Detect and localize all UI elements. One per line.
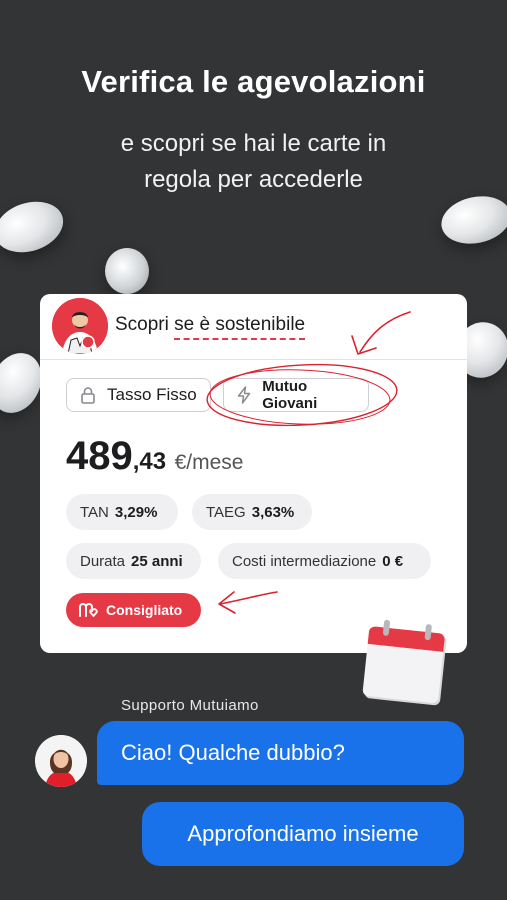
card-heading: Scopri se è sostenibile (115, 314, 306, 340)
price-decimal: ,43 (132, 448, 167, 475)
taeg-label: TAEG (206, 503, 246, 521)
monthly-payment: 489,43 €/mese (66, 434, 243, 479)
price-integer: 489 (66, 434, 133, 478)
support-agent-illustration-icon (35, 735, 87, 787)
calendar-icon (358, 614, 455, 711)
taeg-pill: TAEG 3,63% (192, 494, 312, 530)
mutuiamo-logo-icon (78, 602, 100, 618)
chip-label: Mutuo Giovani (262, 378, 318, 412)
chip-tasso-fisso[interactable]: Tasso Fisso (66, 378, 211, 412)
tan-pill: TAN 3,29% (66, 494, 178, 530)
taeg-value: 3,63% (251, 503, 295, 521)
subtitle-line-2: regola per accederle (144, 166, 363, 193)
advisor-illustration-icon (52, 298, 108, 354)
costi-pill: Costi intermediazione 0 € (218, 543, 431, 579)
card-header: Scopri se è sostenibile (40, 294, 467, 360)
coin-decoration (0, 193, 70, 261)
card-heading-prefix: Scopri (115, 314, 169, 335)
tan-value: 3,29% (114, 503, 158, 521)
card-heading-link[interactable]: se è sostenibile (174, 314, 306, 340)
badge-label: Consigliato (106, 602, 183, 618)
costi-label: Costi intermediazione (232, 552, 377, 570)
subtitle-line-1: e scopri se hai le carte in (120, 130, 387, 157)
durata-pill: Durata 25 anni (66, 543, 201, 579)
durata-label: Durata (80, 552, 126, 570)
consigliato-badge[interactable]: Consigliato (66, 593, 201, 627)
coin-decoration (436, 190, 507, 250)
chat-message-cta[interactable]: Approfondiamo insieme (142, 802, 464, 866)
lightning-icon (234, 384, 254, 406)
chip-label: Tasso Fisso (107, 385, 197, 404)
coin-decoration (105, 248, 149, 294)
durata-value: 25 anni (131, 552, 183, 570)
chat-message-greeting[interactable]: Ciao! Qualche dubbio? (97, 721, 464, 785)
tan-label: TAN (80, 503, 109, 521)
costi-value: 0 € (382, 552, 404, 570)
chip-mutuo-giovani[interactable]: Mutuo Giovani (223, 378, 369, 412)
price-unit: €/mese (174, 451, 244, 474)
support-agent-avatar (35, 735, 87, 787)
chat-sender-name: Supporto Mutuiamo (121, 697, 259, 714)
page-title: Verifica le agevolazioni (81, 64, 426, 99)
advisor-avatar (52, 298, 108, 354)
mortgage-card[interactable]: Scopri se è sostenibile Tasso Fisso Mutu… (40, 294, 467, 653)
lock-icon (77, 384, 99, 406)
page-subtitle: e scopri se hai le carte in regola per a… (60, 126, 447, 198)
